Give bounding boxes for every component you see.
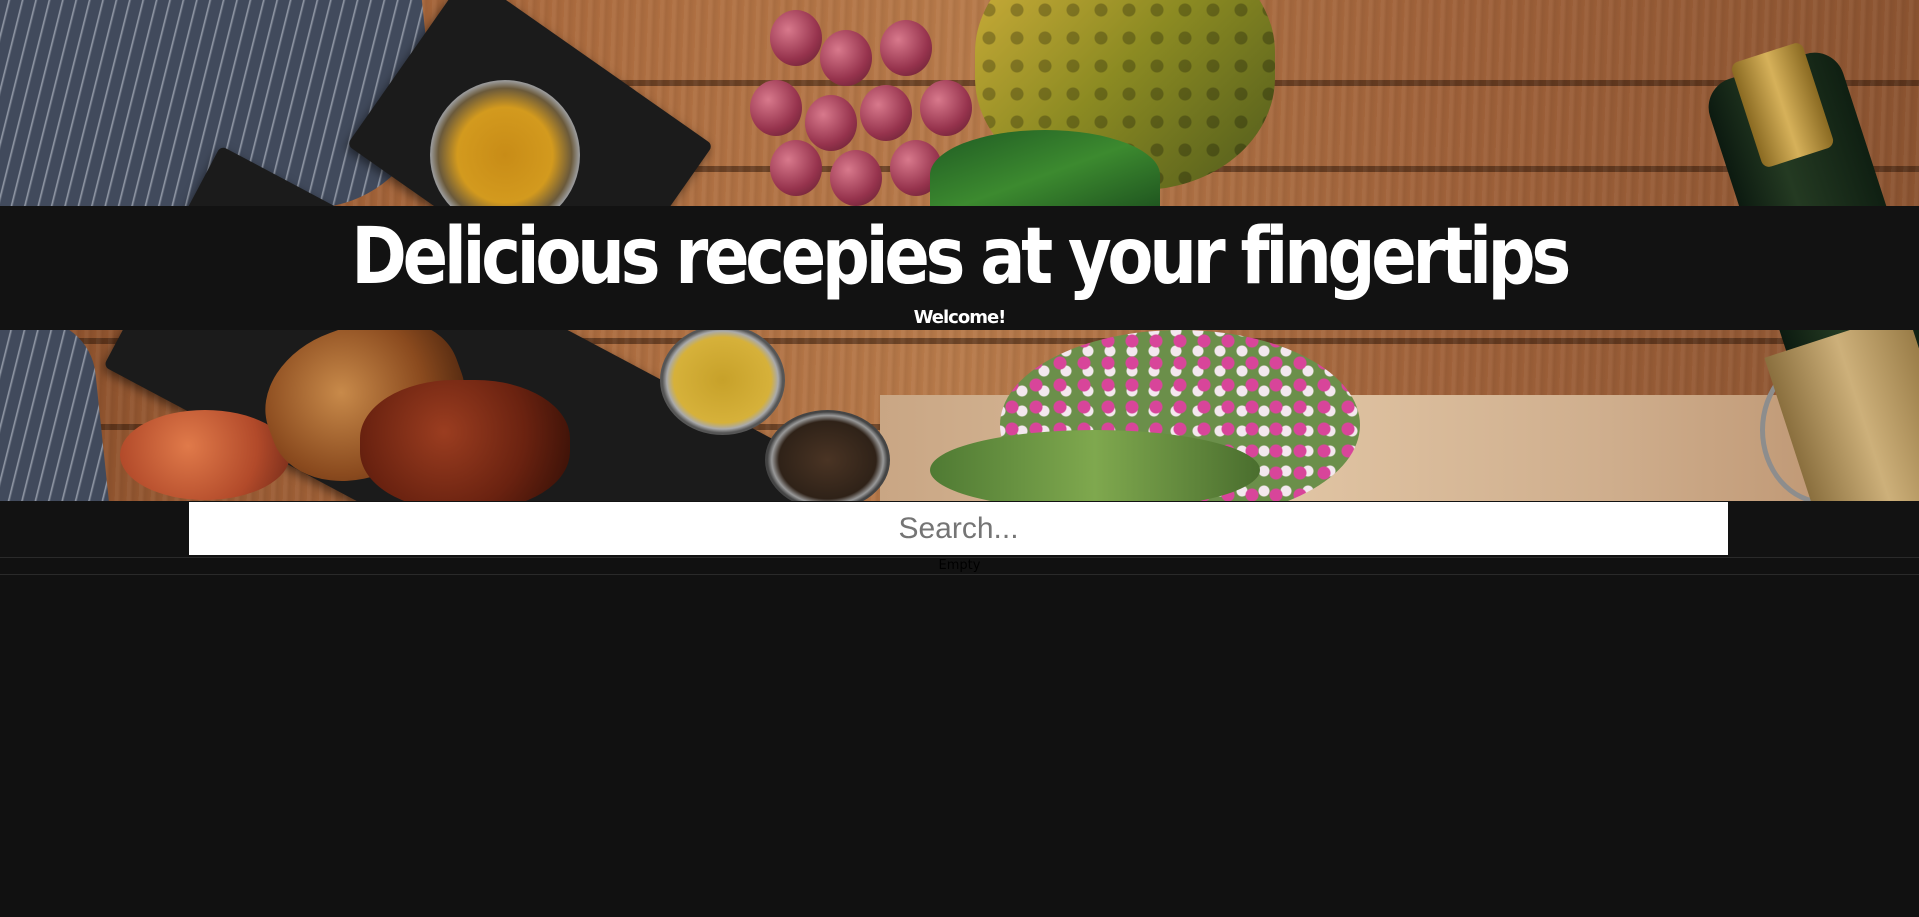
- page: Delicious recepies at your fingertips We…: [0, 0, 1919, 917]
- herb-bowl: [765, 410, 890, 501]
- grape: [920, 80, 972, 136]
- grape: [880, 20, 932, 76]
- grape: [805, 95, 857, 151]
- grape: [770, 140, 822, 196]
- page-title: Delicious recepies at your fingertips: [351, 212, 1571, 302]
- grilled-shrimp: [120, 410, 290, 500]
- grape: [820, 30, 872, 86]
- welcome-subtitle: Welcome!: [913, 307, 1007, 328]
- grilled-ribs: [360, 380, 570, 501]
- grape: [770, 10, 822, 66]
- grape: [860, 85, 912, 141]
- grape: [750, 80, 802, 136]
- sauce-bowl: [660, 325, 785, 435]
- search-input[interactable]: [189, 502, 1728, 555]
- empty-results-text: Empty: [938, 558, 981, 573]
- greenery: [930, 430, 1260, 501]
